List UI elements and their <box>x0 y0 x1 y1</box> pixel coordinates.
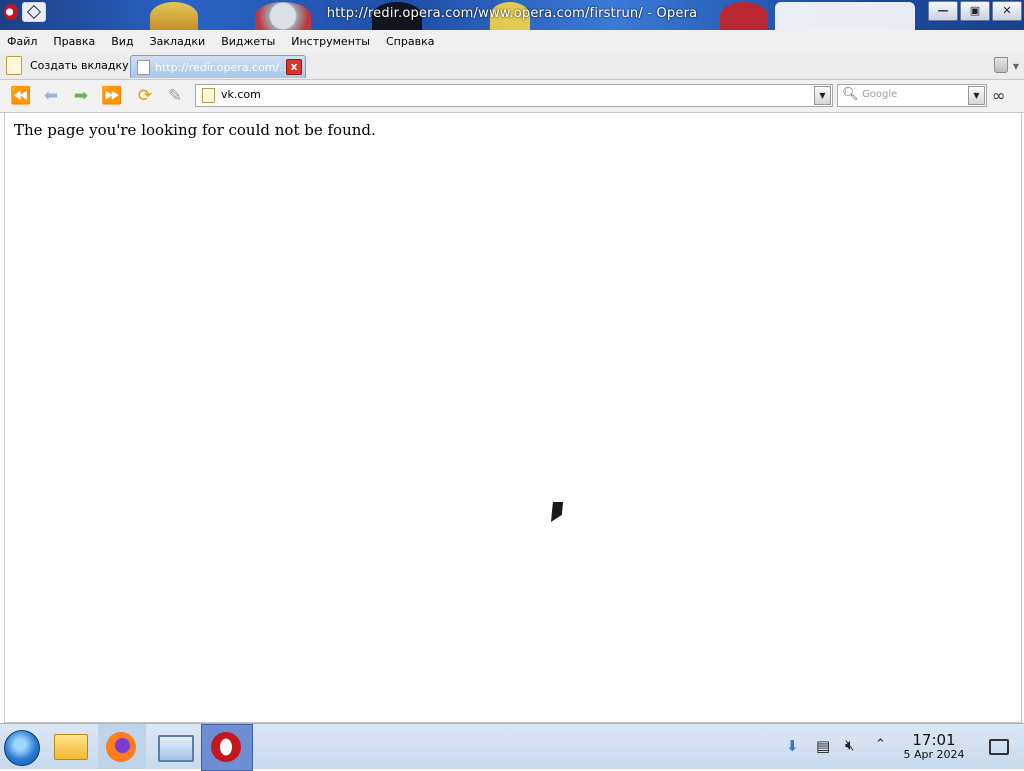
chevron-down-icon[interactable]: ▼ <box>1013 62 1019 71</box>
address-dropdown-button[interactable]: ▼ <box>814 86 831 105</box>
start-button[interactable] <box>4 730 40 766</box>
window-controls: — ▣ ✕ <box>928 1 1022 21</box>
menu-widgets[interactable]: Виджеты <box>214 30 284 52</box>
menu-edit[interactable]: Правка <box>46 30 104 52</box>
minimize-button[interactable]: — <box>928 1 958 21</box>
search-field[interactable]: 🔍︎ Google ▼ <box>837 84 987 107</box>
menu-file[interactable]: Файл <box>0 30 46 52</box>
fast-forward-icon[interactable]: ⏩ <box>101 86 123 106</box>
menu-help[interactable]: Справка <box>379 30 443 52</box>
page-icon <box>137 59 150 75</box>
tab-active[interactable]: http://redir.opera.com/... x <box>130 55 306 78</box>
navigation-toolbar: ⏪ ⬅ ➡ ⏩ ⟳ ✎ vk.com ▼ 🔍︎ Google ▼ ∞ <box>0 80 1024 113</box>
search-placeholder: Google <box>862 89 898 100</box>
network-monitor-icon[interactable] <box>158 735 194 762</box>
tab-label: http://redir.opera.com/... <box>155 60 285 74</box>
clipboard-icon[interactable]: ▤ <box>816 737 830 755</box>
close-tab-button[interactable]: x <box>286 59 302 75</box>
edit-icon[interactable]: ✎ <box>164 86 186 106</box>
new-page-icon <box>6 55 22 75</box>
firefox-icon[interactable] <box>106 732 136 762</box>
forward-icon[interactable]: ➡ <box>70 86 92 106</box>
tray-expand-icon[interactable]: ⌃ <box>875 737 886 752</box>
new-tab-label: Создать вкладку <box>30 58 129 72</box>
maximize-button[interactable]: ▣ <box>960 1 990 21</box>
menu-view[interactable]: Вид <box>104 30 142 52</box>
search-icon: 🔍︎ <box>842 87 859 102</box>
search-engine-dropdown-button[interactable]: ▼ <box>968 86 985 105</box>
tab-bar: Создать вкладку http://redir.opera.com/.… <box>0 52 1024 80</box>
reload-icon[interactable]: ⟳ <box>134 86 156 106</box>
file-manager-icon[interactable] <box>54 734 88 760</box>
opera-icon[interactable] <box>211 732 241 762</box>
trash-icon[interactable] <box>994 57 1008 73</box>
volume-muted-icon[interactable]: 🔇︎ <box>845 736 854 754</box>
window-title: http://redir.opera.com/www.opera.com/fir… <box>326 6 698 21</box>
binoculars-icon[interactable]: ∞ <box>992 86 1005 105</box>
updates-icon[interactable]: ⬇ <box>786 737 799 755</box>
menu-tools[interactable]: Инструменты <box>284 30 379 52</box>
address-field[interactable]: vk.com ▼ <box>195 84 833 107</box>
clock-date[interactable]: 5 Apr 2024 <box>896 748 972 761</box>
error-message: The page you're looking for could not be… <box>14 121 376 139</box>
show-desktop-icon[interactable] <box>989 739 1009 755</box>
new-tab-button[interactable]: Создать вкладку <box>6 54 129 76</box>
mouse-cursor <box>550 502 564 522</box>
rewind-icon[interactable]: ⏪ <box>10 86 32 106</box>
menu-bookmarks[interactable]: Закладки <box>143 30 215 52</box>
page-icon <box>202 88 215 103</box>
close-button[interactable]: ✕ <box>992 1 1022 21</box>
title-bar: http://redir.opera.com/www.opera.com/fir… <box>0 0 1024 30</box>
back-icon[interactable]: ⬅ <box>40 86 62 106</box>
menu-bar: Файл Правка Вид Закладки Виджеты Инструм… <box>0 30 1024 53</box>
taskbar <box>0 723 1024 771</box>
page-content: The page you're looking for could not be… <box>4 113 1022 723</box>
address-value: vk.com <box>221 88 261 101</box>
clock-time[interactable]: 17:01 <box>900 731 968 749</box>
